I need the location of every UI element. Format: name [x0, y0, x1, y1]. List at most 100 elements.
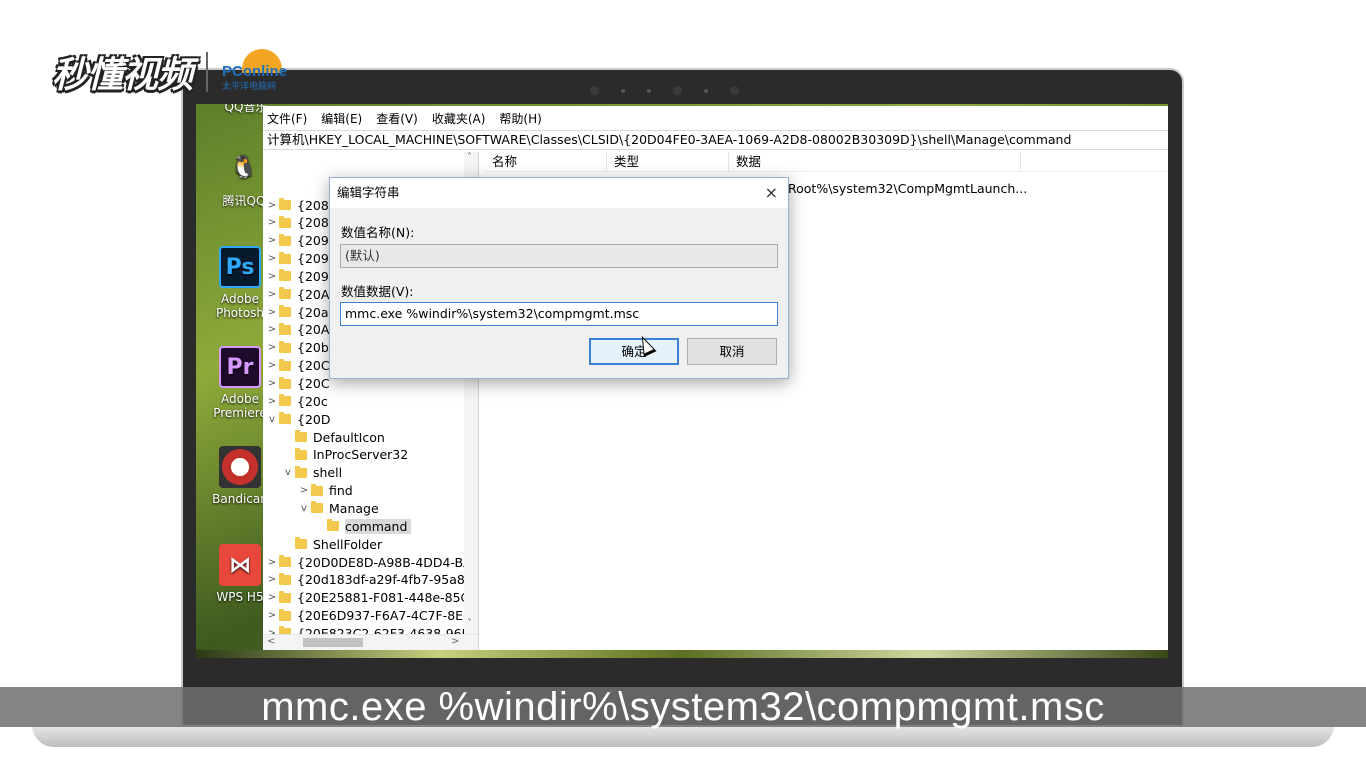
tree-item[interactable]: > {209: [265, 250, 329, 268]
tree-item[interactable]: > {20A: [265, 321, 330, 339]
column-type[interactable]: 类型: [607, 152, 729, 171]
tree-item-label: {20C: [297, 358, 330, 374]
screen-bottom-wallpaper: [196, 650, 1168, 658]
menu-help[interactable]: 帮助(H): [499, 110, 541, 127]
chevron-right-icon[interactable]: >: [265, 396, 279, 407]
tree-item[interactable]: > {20C: [265, 375, 330, 393]
column-name[interactable]: 名称: [485, 152, 607, 171]
folder-icon: [295, 430, 307, 443]
cancel-button[interactable]: 取消: [687, 338, 777, 365]
tree-item[interactable]: v shell: [281, 464, 342, 482]
desktop-icon-label: 腾讯QQ: [222, 194, 266, 208]
chevron-right-icon[interactable]: >: [265, 271, 279, 282]
tree-item-label: {20E6D937-F6A7-4C7F-8E69: [297, 608, 479, 624]
folder-icon: [295, 465, 307, 478]
tree-item-label: {20A: [297, 322, 330, 338]
premiere-icon: Pr: [219, 346, 261, 388]
watermark-text: 秒懂视频: [52, 55, 193, 96]
chevron-right-icon[interactable]: >: [265, 253, 279, 264]
chevron-down-icon[interactable]: v: [297, 503, 311, 514]
desktop-icon-photoshop[interactable]: Ps Adobe Photosh: [210, 246, 270, 320]
tree-item[interactable]: > {20E6D937-F6A7-4C7F-8E69: [265, 607, 479, 625]
tree-item-label: {20d183df-a29f-4fb7-95a8-: [297, 572, 470, 588]
menu-view[interactable]: 查看(V): [376, 110, 418, 127]
scroll-down-icon[interactable]: ˅: [467, 618, 472, 629]
chevron-down-icon[interactable]: v: [281, 467, 295, 478]
edit-string-dialog: 编辑字符串 × 数值名称(N): (默认) 数值数据(V): mmc.exe %…: [329, 177, 789, 379]
address-bar[interactable]: 计算机\HKEY_LOCAL_MACHINE\SOFTWARE\Classes\…: [263, 130, 1168, 150]
folder-icon: [279, 394, 291, 407]
desktop-icon-label: Adobe Premiere: [213, 392, 267, 420]
tree-item-label: {20C: [297, 376, 330, 391]
desktop-icon-premiere[interactable]: Pr Adobe Premiere: [210, 346, 270, 420]
chevron-right-icon[interactable]: >: [265, 574, 279, 585]
folder-icon: [279, 322, 291, 335]
sensor-dot: [590, 86, 599, 95]
tree-item[interactable]: > {20D0DE8D-A98B-4DD4-BA: [265, 553, 472, 571]
sensor-dot: [621, 88, 625, 93]
tree-item[interactable]: InProcServer32: [281, 446, 408, 464]
folder-icon: [279, 305, 291, 318]
tree-item[interactable]: > {20a: [265, 303, 329, 321]
chevron-right-icon[interactable]: >: [265, 610, 279, 621]
folder-icon: [279, 340, 291, 353]
value-name-field: (默认): [340, 244, 778, 268]
chevron-right-icon[interactable]: >: [265, 200, 279, 211]
desktop-icon-bandicam[interactable]: Bandican: [210, 446, 270, 506]
tree-item-label: shell: [313, 465, 343, 481]
tree-item[interactable]: > {20A: [265, 285, 330, 303]
column-data[interactable]: 数据: [729, 152, 1021, 171]
menu-edit[interactable]: 编辑(E): [321, 110, 362, 127]
chevron-right-icon[interactable]: >: [265, 324, 279, 335]
chevron-right-icon[interactable]: >: [265, 217, 279, 228]
chevron-down-icon[interactable]: v: [265, 414, 279, 425]
tree-item-label: {20c: [297, 393, 328, 409]
tree-item[interactable]: > {20C: [265, 357, 330, 375]
tree-item-label: find: [329, 483, 353, 499]
folder-icon: [279, 269, 291, 282]
caption-bar: mmc.exe %windir%\system32\compmgmt.msc: [0, 687, 1366, 727]
chevron-right-icon[interactable]: >: [297, 485, 311, 496]
tree-item[interactable]: v Manage: [297, 499, 379, 517]
tree-item[interactable]: v {20D: [265, 410, 330, 428]
scroll-thumb[interactable]: [303, 638, 363, 647]
tree-item[interactable]: > {20d183df-a29f-4fb7-95a8-: [265, 571, 470, 589]
tree-item[interactable]: command: [313, 517, 412, 535]
dialog-titlebar: 编辑字符串 ×: [330, 178, 788, 208]
folder-icon: [295, 537, 307, 550]
chevron-right-icon[interactable]: >: [265, 289, 279, 300]
wps-icon: ⋈: [219, 544, 261, 586]
menu-file[interactable]: 文件(F): [267, 110, 307, 127]
value-data-input[interactable]: mmc.exe %windir%\system32\compmgmt.msc: [340, 302, 778, 326]
chevron-right-icon[interactable]: >: [265, 307, 279, 318]
sensor-dot: [704, 88, 708, 93]
tree-item[interactable]: > {209: [265, 267, 329, 285]
sensor-dot: [730, 86, 739, 95]
tree-item[interactable]: > {209: [265, 232, 329, 250]
tree-horizontal-scrollbar[interactable]: < >: [263, 634, 478, 650]
scroll-left-icon[interactable]: <: [267, 636, 275, 647]
desktop-icon-label: Bandican: [212, 492, 268, 506]
chevron-right-icon[interactable]: >: [265, 342, 279, 353]
folder-icon: [279, 590, 291, 603]
ok-button[interactable]: 确定: [589, 338, 679, 365]
chevron-right-icon[interactable]: >: [265, 592, 279, 603]
bandicam-icon: [219, 446, 261, 488]
tree-item[interactable]: > find: [297, 482, 353, 500]
chevron-right-icon[interactable]: >: [265, 557, 279, 568]
tree-item[interactable]: > {20b: [265, 339, 329, 357]
chevron-right-icon[interactable]: >: [265, 235, 279, 246]
tree-item[interactable]: ShellFolder: [281, 535, 382, 553]
scroll-up-icon[interactable]: ˄: [467, 152, 472, 163]
tree-item[interactable]: > {20E25881-F081-448e-85C9: [265, 589, 477, 607]
caption-text: mmc.exe %windir%\system32\compmgmt.msc: [261, 685, 1105, 729]
tree-item[interactable]: > {20c: [265, 392, 328, 410]
chevron-right-icon[interactable]: >: [265, 360, 279, 371]
scroll-right-icon[interactable]: >: [451, 636, 459, 647]
desktop-icon-wps[interactable]: ⋈ WPS H5: [210, 544, 270, 604]
chevron-right-icon[interactable]: >: [265, 378, 279, 389]
close-icon[interactable]: ×: [765, 178, 778, 208]
menu-favorites[interactable]: 收藏夹(A): [432, 110, 486, 127]
tree-item[interactable]: DefaultIcon: [281, 428, 385, 446]
dialog-title: 编辑字符串: [337, 185, 400, 200]
